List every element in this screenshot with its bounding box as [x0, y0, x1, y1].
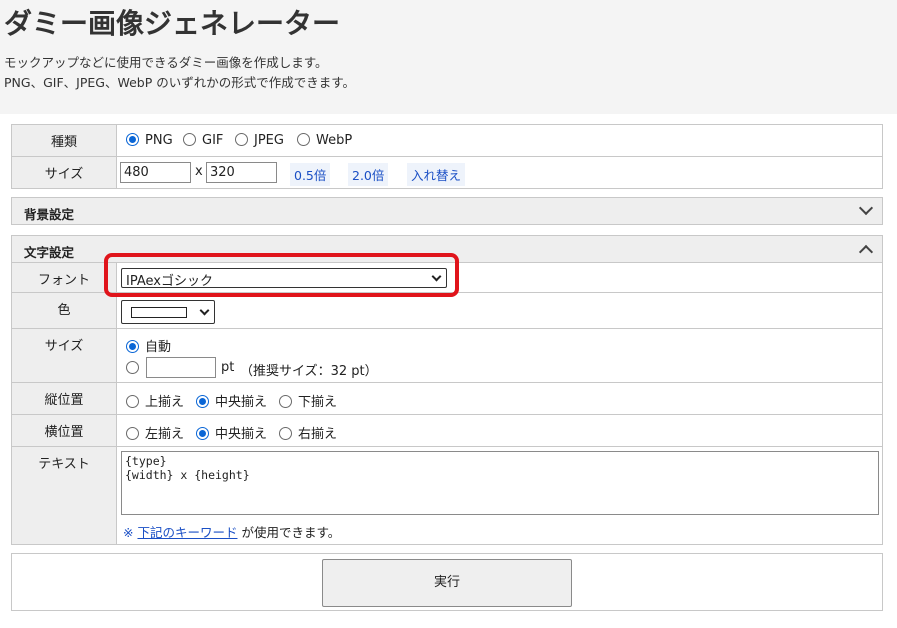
background-section-title: 背景設定 — [24, 207, 75, 222]
color-select[interactable] — [121, 300, 215, 324]
half-size-button[interactable]: 0.5倍 — [290, 163, 331, 186]
font-label: フォント — [12, 263, 117, 292]
type-option-jpeg[interactable]: JPEG — [235, 133, 284, 148]
chevron-down-icon — [199, 305, 210, 316]
text-section-title: 文字設定 — [24, 245, 75, 260]
vertical-label: 縦位置 — [12, 383, 117, 414]
text-label: テキスト — [12, 447, 117, 544]
text-row: テキスト ※ 下記のキーワード が使用できます。 — [11, 447, 883, 545]
text-size-row: サイズ 自動 pt （推奨サイズ：32 pt） — [11, 329, 883, 383]
color-swatch — [131, 307, 187, 318]
type-label: 種類 — [12, 125, 117, 156]
radio-jpeg[interactable] — [235, 133, 248, 146]
radio-hcenter[interactable] — [196, 427, 209, 440]
type-option-gif[interactable]: GIF — [183, 133, 223, 148]
vertical-row: 縦位置 上揃え 中央揃え 下揃え — [11, 383, 883, 415]
radio-right[interactable] — [279, 427, 292, 440]
text-textarea[interactable] — [121, 451, 879, 515]
background-section-header[interactable]: 背景設定 — [11, 197, 883, 225]
horizontal-label: 横位置 — [12, 415, 117, 446]
vertical-option-middle[interactable]: 中央揃え — [196, 391, 267, 410]
text-note: ※ 下記のキーワード が使用できます。 — [123, 525, 341, 540]
radio-vmiddle[interactable] — [196, 395, 209, 408]
radio-gif[interactable] — [183, 133, 196, 146]
description-line-1: モックアップなどに使用できるダミー画像を作成します。 — [4, 55, 328, 70]
vertical-option-bottom[interactable]: 下揃え — [279, 391, 337, 410]
radio-webp[interactable] — [297, 133, 310, 146]
radio-auto[interactable] — [126, 340, 139, 353]
size-separator: x — [195, 164, 203, 179]
type-option-webp[interactable]: WebP — [297, 133, 352, 148]
type-option-png[interactable]: PNG — [126, 133, 173, 148]
chevron-up-icon — [858, 244, 874, 260]
recommended-size: （推奨サイズ：32 pt） — [240, 364, 378, 379]
type-row: 種類 PNG GIF JPEG WebP — [11, 124, 883, 157]
color-row: 色 — [11, 293, 883, 329]
horizontal-option-right[interactable]: 右揃え — [279, 423, 337, 442]
horizontal-row: 横位置 左揃え 中央揃え 右揃え — [11, 415, 883, 447]
radio-manual-size[interactable] — [126, 361, 139, 374]
text-size-label: サイズ — [12, 329, 117, 382]
keyword-link[interactable]: 下記のキーワード — [137, 525, 237, 540]
color-label: 色 — [12, 293, 117, 328]
vertical-option-top[interactable]: 上揃え — [126, 391, 184, 410]
size-label: サイズ — [12, 157, 117, 188]
description-line-2: PNG、GIF、JPEG、WebP のいずれかの形式で作成できます。 — [4, 75, 355, 90]
size-row: サイズ 480 x 320 0.5倍 2.0倍 入れ替え — [11, 157, 883, 189]
text-size-input[interactable] — [146, 357, 216, 378]
height-input[interactable]: 320 — [206, 162, 277, 183]
text-size-auto-option[interactable]: 自動 — [126, 336, 171, 355]
page-title: ダミー画像ジェネレーター — [4, 7, 341, 40]
width-input[interactable]: 480 — [120, 162, 191, 183]
run-button[interactable]: 実行 — [322, 559, 572, 607]
double-size-button[interactable]: 2.0倍 — [348, 163, 389, 186]
run-area: 実行 — [11, 553, 883, 611]
radio-png[interactable] — [126, 133, 139, 146]
horizontal-option-left[interactable]: 左揃え — [126, 423, 184, 442]
radio-bottom[interactable] — [279, 395, 292, 408]
swap-size-button[interactable]: 入れ替え — [407, 163, 466, 186]
highlight-annotation — [104, 253, 459, 297]
radio-top[interactable] — [126, 395, 139, 408]
radio-left[interactable] — [126, 427, 139, 440]
chevron-down-icon — [858, 200, 874, 216]
text-size-unit: pt — [221, 360, 235, 375]
horizontal-option-center[interactable]: 中央揃え — [196, 423, 267, 442]
